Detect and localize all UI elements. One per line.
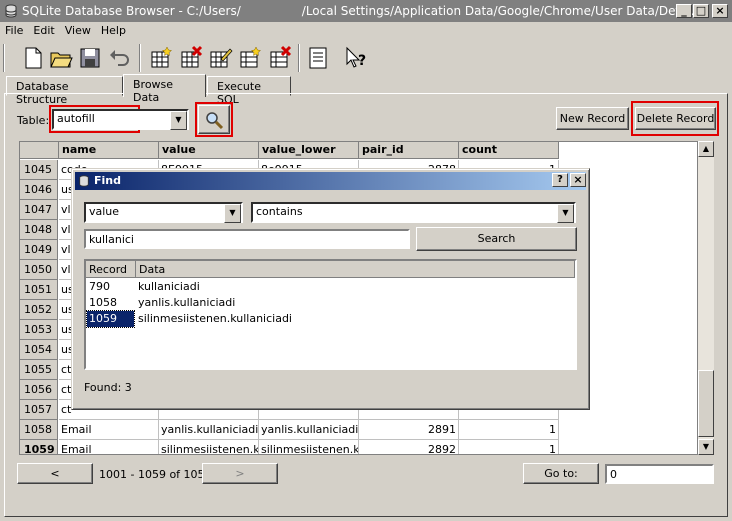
chevron-down-icon: ▼ (170, 111, 187, 130)
create-table-icon[interactable] (148, 45, 174, 71)
grid-corner (20, 142, 59, 159)
chevron-down-icon: ▼ (557, 204, 574, 223)
row-header[interactable]: 1056 (20, 380, 58, 400)
result-data[interactable]: kullaniciadi (136, 279, 436, 295)
new-file-icon[interactable] (20, 45, 46, 71)
find-dialog-title: Find (94, 174, 121, 187)
menu-edit[interactable]: Edit (28, 22, 59, 39)
table-cell-value[interactable]: yanlis.kullaniciadi (159, 420, 259, 440)
new-record-button[interactable]: New Record (556, 107, 629, 130)
table-cell-pair-id[interactable]: 2891 (359, 420, 459, 440)
row-header[interactable]: 1046 (20, 180, 58, 200)
menu-help[interactable]: Help (96, 22, 131, 39)
table-cell-value-lower[interactable]: silinmesiistenen.kulla (259, 440, 359, 454)
column-header-pair-id[interactable]: pair_id (359, 142, 459, 159)
modify-table-icon[interactable] (207, 45, 233, 71)
results-header-data[interactable]: Data (136, 261, 575, 278)
scroll-thumb[interactable] (698, 370, 714, 437)
row-header[interactable]: 1052 (20, 300, 58, 320)
menu-view[interactable]: View (60, 22, 96, 39)
result-data[interactable]: yanlis.kullaniciadi (136, 295, 436, 311)
undo-icon[interactable] (106, 45, 132, 71)
grid-scrollbar[interactable]: ▲ ▼ (698, 141, 714, 455)
row-header[interactable]: 1055 (20, 360, 58, 380)
find-dialog: Find ? × value ▼ contains ▼ kullanici Se… (71, 168, 590, 410)
scroll-up-icon[interactable]: ▲ (698, 141, 714, 157)
row-header[interactable]: 1054 (20, 340, 58, 360)
column-header-count[interactable]: count (459, 142, 559, 159)
table-cell-value-lower[interactable]: yanlis.kullaniciadi (259, 420, 359, 440)
go-to-button[interactable]: Go to: (523, 463, 599, 484)
field-select[interactable]: value ▼ (84, 202, 243, 223)
search-table-button[interactable] (198, 105, 230, 134)
help-button[interactable]: ? (552, 173, 568, 187)
result-record[interactable]: 790 (87, 279, 134, 295)
record-range-text: 1001 - 1059 of 1059 (99, 468, 212, 481)
previous-page-button[interactable]: < (17, 463, 93, 484)
found-count-text: Found: 3 (84, 381, 132, 394)
chevron-down-icon: ▼ (224, 204, 241, 223)
magnifier-icon (206, 112, 224, 130)
table-select-value: autofill (57, 112, 95, 125)
find-close-button[interactable]: × (570, 173, 586, 187)
tab-browse-data[interactable]: Browse Data (123, 74, 206, 104)
log-icon[interactable] (305, 45, 331, 71)
close-button[interactable]: × (712, 4, 728, 18)
row-header[interactable]: 1058 (20, 420, 58, 440)
table-cell-name[interactable]: Email (59, 420, 159, 440)
find-dialog-title-bar: Find ? × (75, 172, 586, 190)
results-list: Record Data 790 kullaniciadi 1058 yanlis.ku… (84, 259, 577, 370)
result-data[interactable]: silinmesiistenen.kullaniciadi (136, 311, 436, 327)
search-text-input[interactable]: kullanici (84, 229, 410, 249)
scroll-down-icon[interactable]: ▼ (698, 439, 714, 455)
menu-bar: File Edit View Help (0, 22, 732, 40)
row-header[interactable]: 1045 (20, 160, 58, 180)
save-disk-icon[interactable] (77, 45, 103, 71)
delete-table-icon[interactable] (178, 45, 204, 71)
results-header-record[interactable]: Record (86, 261, 136, 278)
column-header-value[interactable]: value (159, 142, 259, 159)
search-button[interactable]: Search (416, 227, 577, 251)
minimize-button[interactable]: _ (676, 4, 692, 18)
go-to-input[interactable]: 0 (605, 464, 714, 484)
database-icon (5, 4, 17, 18)
column-header-name[interactable]: name (59, 142, 159, 159)
row-header[interactable]: 1057 (20, 400, 58, 420)
column-header-value-lower[interactable]: value_lower (259, 142, 359, 159)
delete-index-icon[interactable] (267, 45, 293, 71)
row-header[interactable]: 1051 (20, 280, 58, 300)
row-header[interactable]: 1050 (20, 260, 58, 280)
maximize-button[interactable]: □ (693, 4, 709, 18)
field-select-value: value (89, 205, 120, 218)
title-bar: SQLite Database Browser - C:/Users/ /Loc… (0, 0, 732, 22)
menu-file[interactable]: File (0, 22, 28, 39)
table-cell-name[interactable]: Email (59, 440, 159, 454)
svg-text:?: ? (358, 53, 366, 69)
table-cell-pair-id[interactable]: 2892 (359, 440, 459, 454)
result-record[interactable]: 1059 (86, 310, 135, 328)
table-cell-count[interactable]: 1 (459, 420, 559, 440)
whats-this-icon[interactable]: ? (343, 45, 369, 71)
result-record[interactable]: 1058 (87, 295, 134, 311)
table-cell-count[interactable]: 1 (459, 440, 559, 454)
row-header[interactable]: 1053 (20, 320, 58, 340)
database-icon (79, 175, 89, 187)
table-select[interactable]: autofill ▼ (52, 109, 189, 130)
next-page-button[interactable]: > (202, 463, 278, 484)
delete-record-button[interactable]: Delete Record (635, 107, 716, 130)
table-label: Table: (17, 114, 50, 127)
row-header[interactable]: 1048 (20, 220, 58, 240)
open-folder-icon[interactable] (48, 45, 74, 71)
row-header[interactable]: 1047 (20, 200, 58, 220)
row-header[interactable]: 1059 (20, 440, 58, 454)
row-header[interactable]: 1049 (20, 240, 58, 260)
table-cell-value[interactable]: silinmesiistenen.kulla (159, 440, 259, 454)
window-title: SQLite Database Browser - C:/Users/ /Loc… (22, 4, 699, 18)
create-index-icon[interactable] (237, 45, 263, 71)
operator-select[interactable]: contains ▼ (251, 202, 576, 223)
operator-select-value: contains (256, 205, 303, 218)
